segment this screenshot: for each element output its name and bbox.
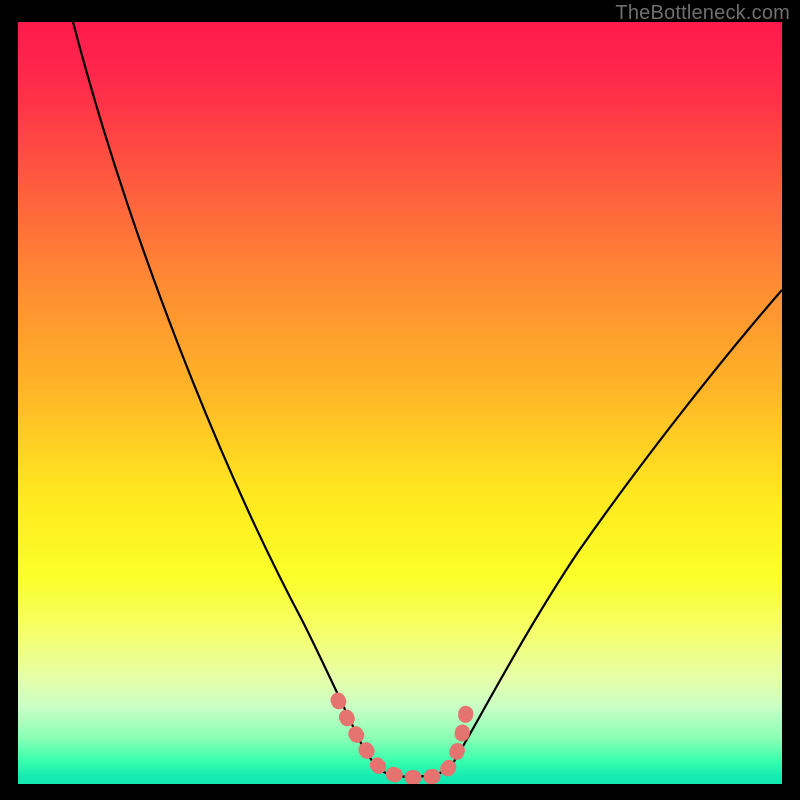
curve-left-branch xyxy=(73,22,376,767)
bottleneck-curve xyxy=(18,22,782,784)
curve-right-branch xyxy=(450,290,782,768)
chart-plot-area xyxy=(18,22,782,784)
optimal-band-marker xyxy=(338,700,466,778)
watermark-text: TheBottleneck.com xyxy=(615,2,790,25)
